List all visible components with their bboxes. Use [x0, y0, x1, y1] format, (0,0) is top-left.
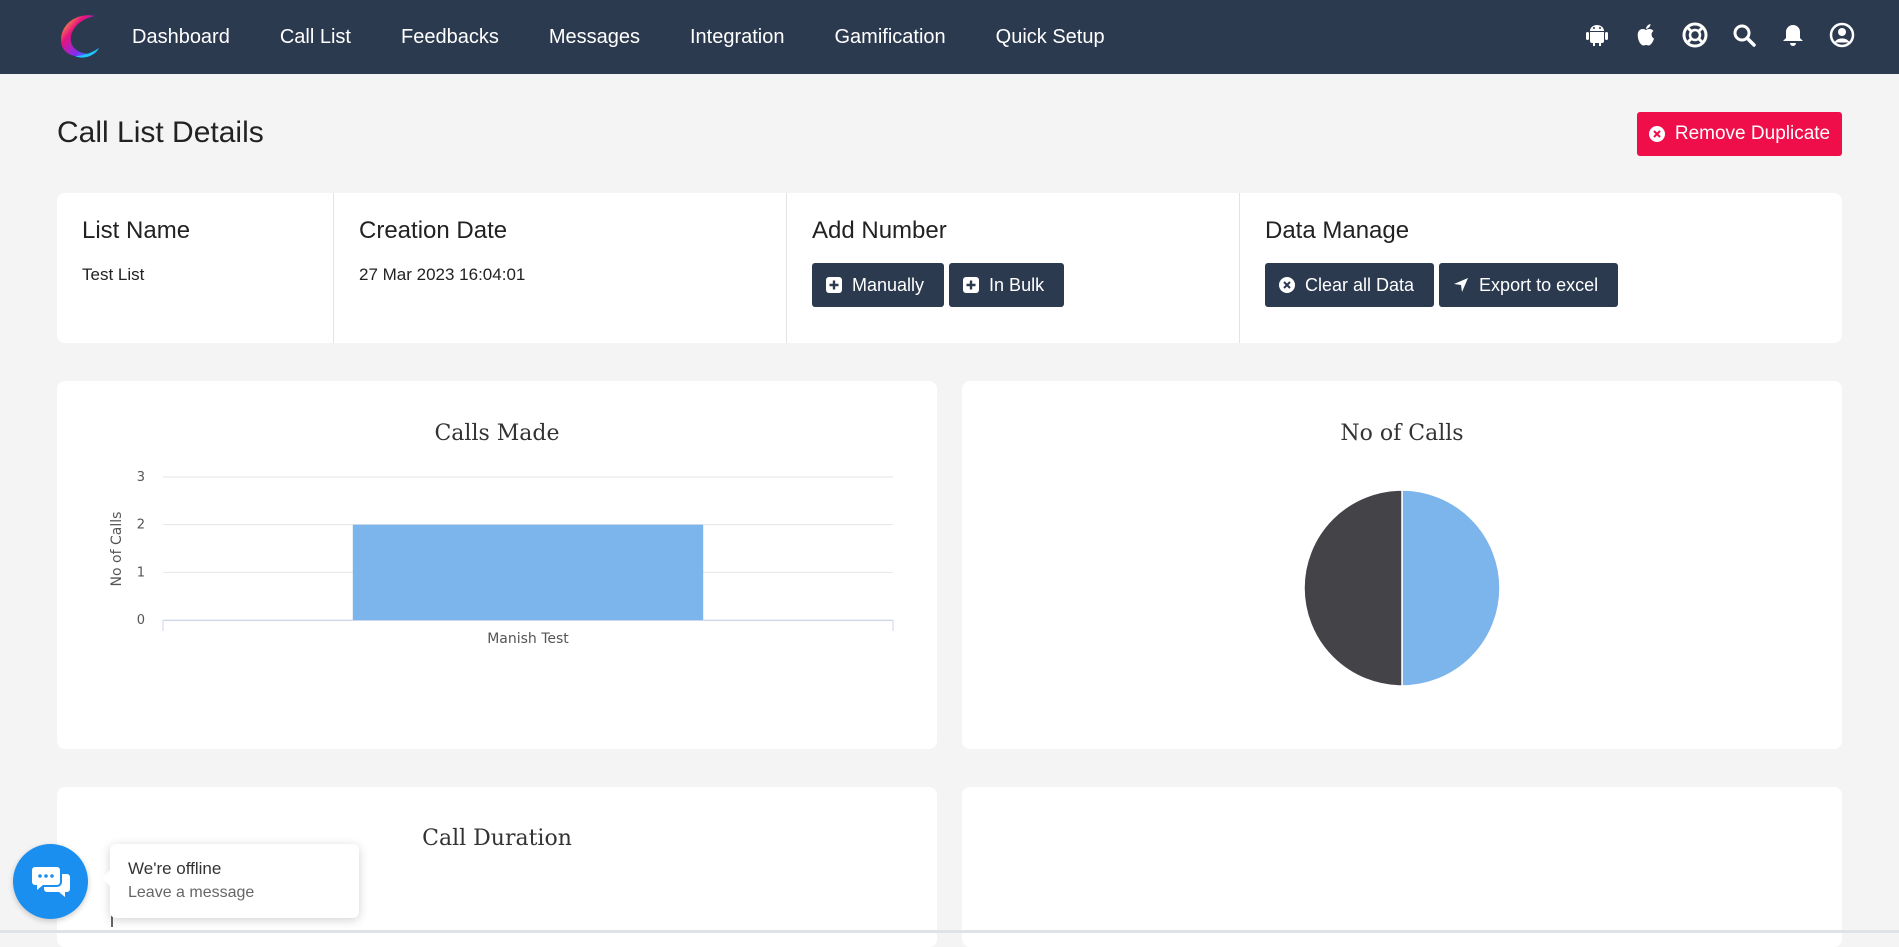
- creation-date-value: 27 Mar 2023 16:04:01: [359, 265, 526, 284]
- list-info-card: List Name Test List Creation Date 27 Mar…: [57, 193, 1842, 343]
- plus-square-icon: [826, 277, 842, 293]
- no-of-calls-chart: [1303, 489, 1501, 687]
- manually-label: Manually: [852, 274, 925, 295]
- remove-duplicate-label: Remove Duplicate: [1674, 123, 1831, 144]
- support-icon[interactable]: [1682, 22, 1708, 48]
- empty-chart-panel: [962, 787, 1842, 947]
- export-to-excel-button[interactable]: Export to excel: [1439, 263, 1619, 307]
- nav-gamification[interactable]: Gamification: [835, 26, 946, 49]
- bar: [352, 524, 704, 620]
- chat-offline-bubble[interactable]: We're offline Leave a message: [102, 844, 359, 918]
- clear-all-label: Clear all Data: [1305, 274, 1415, 295]
- bell-icon[interactable]: [1780, 22, 1806, 48]
- add-in-bulk-button[interactable]: In Bulk: [949, 263, 1065, 307]
- location-arrow-icon: [1454, 278, 1469, 292]
- creation-date-section: Creation Date 27 Mar 2023 16:04:01: [333, 193, 786, 343]
- list-name-section: List Name Test List: [57, 193, 333, 343]
- list-name-value: Test List: [82, 265, 145, 284]
- plus-square-icon: [963, 277, 980, 293]
- x-tick-label: Manish Test: [487, 631, 569, 647]
- top-icon-bar: [1561, 22, 1855, 48]
- nav-dashboard[interactable]: Dashboard: [132, 26, 230, 49]
- chat-icon: [31, 866, 70, 897]
- calls-made-chart: 0 1 2 3 Manish Test No of Calls: [109, 470, 894, 647]
- data-manage-label: Data Manage: [1265, 217, 1410, 244]
- nav-messages[interactable]: Messages: [549, 26, 640, 49]
- data-manage-section: Data Manage Clear all Data Export to exc…: [1239, 193, 1842, 343]
- remove-duplicate-button[interactable]: Remove Duplicate: [1637, 112, 1842, 156]
- main-nav: Dashboard Call List Feedbacks Messages I…: [132, 0, 1155, 74]
- nav-integration[interactable]: Integration: [690, 26, 785, 49]
- user-icon[interactable]: [1829, 22, 1855, 48]
- y-tick-label: 3: [137, 470, 145, 485]
- export-label: Export to excel: [1479, 274, 1599, 295]
- no-of-calls-panel: No of Calls: [962, 381, 1842, 749]
- chat-action-text: Leave a message: [128, 884, 255, 901]
- close-circle-icon: [1279, 277, 1295, 293]
- nav-feedbacks[interactable]: Feedbacks: [401, 26, 499, 49]
- page-title: Call List Details: [57, 116, 264, 149]
- pie-slice: [1303, 489, 1403, 687]
- nav-quick-setup[interactable]: Quick Setup: [996, 26, 1105, 49]
- add-number-section: Add Number Manually In Bulk: [786, 193, 1239, 343]
- apple-icon[interactable]: [1633, 22, 1659, 48]
- search-icon[interactable]: [1731, 22, 1757, 48]
- chat-launcher-button[interactable]: [13, 844, 88, 919]
- list-name-label: List Name: [82, 217, 191, 244]
- creation-date-label: Creation Date: [359, 217, 508, 244]
- y-tick-label: 0: [137, 613, 145, 628]
- add-manually-button[interactable]: Manually: [812, 263, 945, 307]
- nav-call-list[interactable]: Call List: [280, 26, 351, 49]
- add-number-label: Add Number: [812, 217, 947, 244]
- calls-made-panel: Calls Made 0 1 2 3 Manish Test No of Calls: [57, 381, 937, 749]
- android-icon[interactable]: [1584, 22, 1610, 48]
- top-navbar: Dashboard Call List Feedbacks Messages I…: [0, 0, 1899, 74]
- in-bulk-label: In Bulk: [989, 274, 1045, 295]
- app-logo[interactable]: [55, 10, 107, 62]
- y-tick-label: 2: [137, 518, 145, 533]
- clear-all-data-button[interactable]: Clear all Data: [1265, 263, 1435, 307]
- pie-slice: [1401, 489, 1501, 687]
- chat-status-text: We're offline: [128, 859, 222, 878]
- y-tick-label: 1: [137, 565, 145, 580]
- close-circle-icon: [1648, 126, 1665, 142]
- y-axis-title: No of Calls: [109, 512, 125, 587]
